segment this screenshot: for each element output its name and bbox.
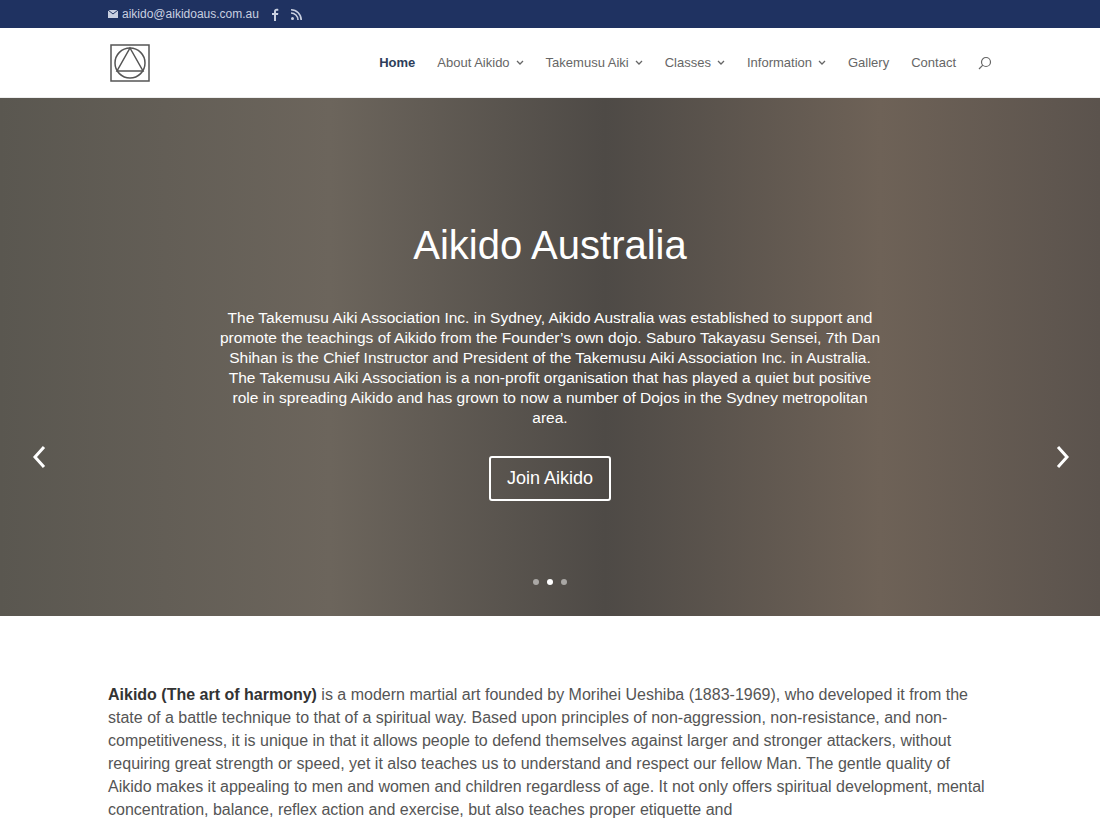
nav-item[interactable]: Takemusu Aiki [546, 55, 643, 70]
nav-item[interactable]: Gallery [848, 55, 889, 70]
email-link[interactable]: aikido@aikidoaus.com.au [108, 7, 259, 21]
next-arrow[interactable] [1050, 444, 1074, 470]
nav-item[interactable]: Information [747, 55, 826, 70]
chevron-down-icon [818, 60, 826, 65]
top-bar: aikido@aikidoaus.com.au [0, 0, 1100, 28]
prev-arrow[interactable] [28, 444, 52, 470]
chevron-down-icon [635, 60, 643, 65]
nav-item[interactable]: Contact [911, 55, 956, 70]
slider-dot[interactable] [533, 579, 539, 585]
nav-item[interactable]: About Aikido [437, 55, 523, 70]
slider-dots [0, 579, 1100, 585]
hero-text: The Takemusu Aiki Association Inc. in Sy… [220, 308, 880, 428]
logo-icon[interactable] [110, 44, 150, 82]
chevron-left-icon [28, 444, 52, 470]
facebook-icon[interactable] [271, 8, 279, 21]
content: Aikido (The art of harmony) is a modern … [0, 616, 1100, 821]
nav-item[interactable]: Home [379, 55, 415, 70]
chevron-down-icon [516, 60, 524, 65]
slider-dot[interactable] [547, 579, 553, 585]
hero-title: Aikido Australia [413, 220, 686, 270]
main-nav: Home About Aikido Takemusu Aiki Classes Info… [379, 55, 992, 70]
slider-dot[interactable] [561, 579, 567, 585]
rss-icon[interactable] [291, 9, 302, 20]
search-icon[interactable] [978, 56, 992, 70]
chevron-right-icon [1050, 444, 1074, 470]
envelope-icon [108, 10, 118, 18]
header: Home About Aikido Takemusu Aiki Classes Info… [0, 28, 1100, 98]
intro-paragraph: Aikido (The art of harmony) is a modern … [108, 683, 992, 821]
join-button[interactable]: Join Aikido [489, 456, 611, 501]
hero-slider: Aikido Australia The Takemusu Aiki Associ… [0, 98, 1100, 616]
nav-item[interactable]: Classes [665, 55, 725, 70]
chevron-down-icon [717, 60, 725, 65]
